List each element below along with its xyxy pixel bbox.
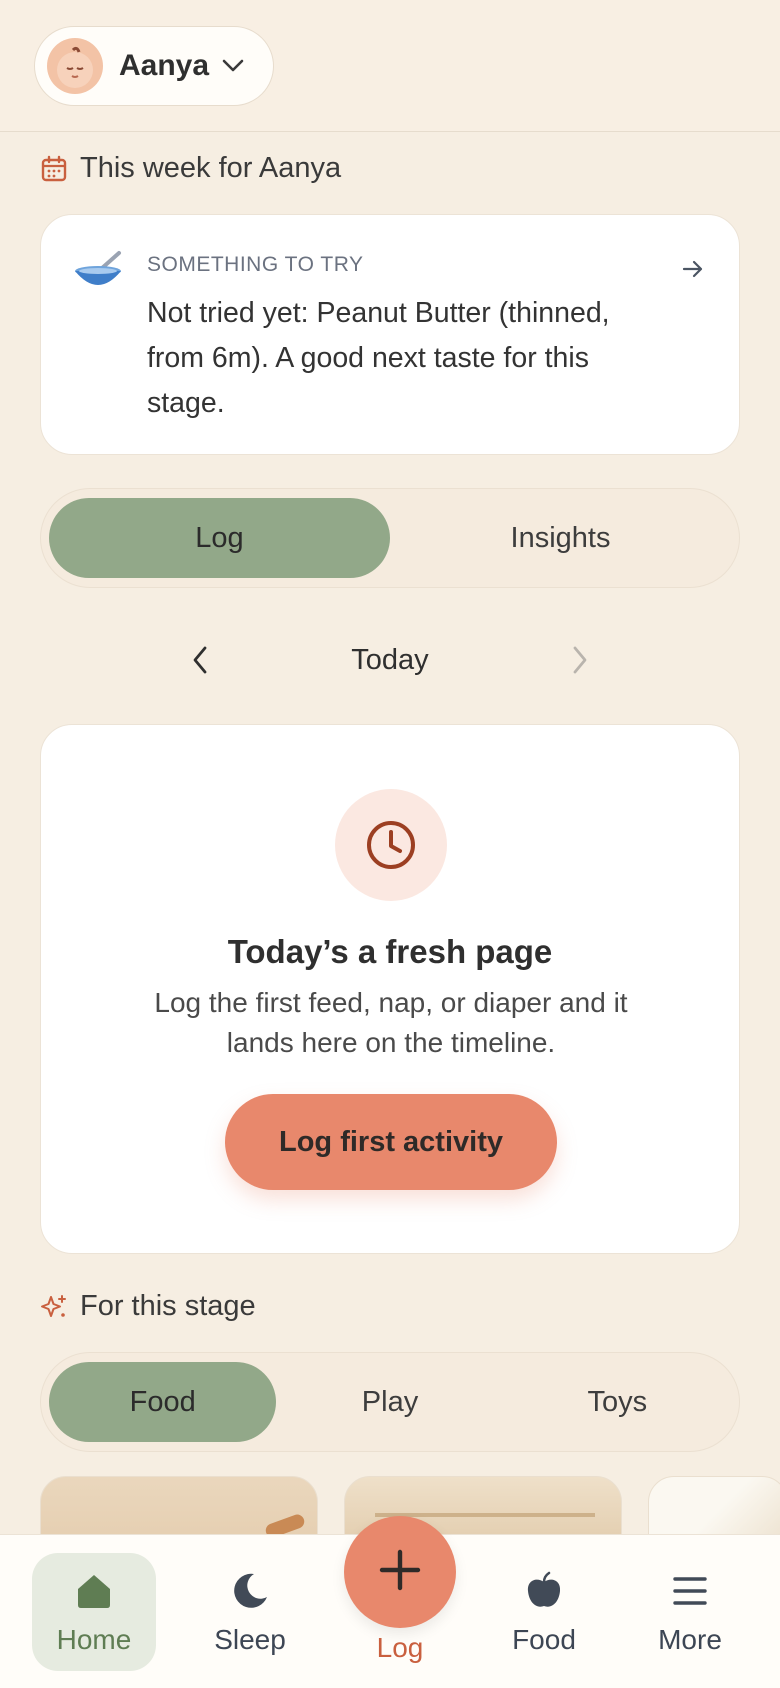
nav-home[interactable]: Home [32, 1553, 156, 1671]
week-header: This week for Aanya [40, 152, 341, 185]
apple-icon [524, 1571, 564, 1616]
home-icon [74, 1571, 114, 1616]
stage-header: For this stage [40, 1290, 256, 1323]
log-first-activity-button[interactable]: Log first activity [225, 1094, 557, 1190]
week-title: This week for Aanya [80, 152, 342, 184]
plus-icon [378, 1548, 422, 1597]
day-navigator: Today [180, 630, 600, 690]
suggestion-text: Not tried yet: Peanut Butter (thinned, f… [147, 297, 610, 419]
tab-food[interactable]: Food [49, 1362, 277, 1442]
bowl-icon [73, 249, 123, 298]
tab-play[interactable]: Play [276, 1362, 503, 1442]
log-fab-button[interactable] [344, 1516, 456, 1628]
stage-card-image[interactable] [40, 1476, 318, 1536]
day-label: Today [351, 643, 429, 676]
view-toggle: Log Insights [40, 488, 740, 588]
chevron-right-icon[interactable] [568, 642, 592, 683]
tab-insights[interactable]: Insights [390, 498, 731, 578]
calendar-icon [40, 155, 68, 183]
chevron-down-icon [221, 57, 245, 80]
nav-more[interactable]: More [628, 1553, 752, 1671]
nav-sleep-label: Sleep [214, 1624, 286, 1655]
suggestion-card[interactable]: SOMETHING TO TRY Not tried yet: Peanut B… [40, 214, 740, 455]
stage-title: For this stage [80, 1290, 256, 1322]
stage-category-toggle: Food Play Toys [40, 1352, 740, 1452]
nav-sleep[interactable]: Sleep [188, 1553, 312, 1671]
empty-timeline-card: Today’s a fresh page Log the first feed,… [40, 724, 740, 1254]
moon-icon [230, 1571, 270, 1616]
nav-food-label: Food [512, 1624, 576, 1655]
baby-avatar [47, 38, 103, 94]
chevron-left-icon[interactable] [188, 642, 212, 683]
tab-log[interactable]: Log [49, 498, 390, 578]
profile-name: Aanya [119, 49, 210, 82]
top-bar: Aanya [0, 0, 780, 132]
profile-switcher[interactable]: Aanya [34, 26, 274, 106]
nav-food[interactable]: Food [482, 1553, 606, 1671]
menu-icon [670, 1571, 710, 1616]
suggestion-eyebrow: SOMETHING TO TRY [147, 253, 364, 276]
log-fab-label: Log [376, 1632, 424, 1663]
nav-home-label: Home [56, 1624, 132, 1655]
empty-state-description: Log the first feed, nap, or diaper and i… [154, 987, 628, 1058]
empty-state-title: Today’s a fresh page [227, 933, 553, 970]
sparkles-icon [40, 1293, 68, 1321]
stage-card-image[interactable] [648, 1476, 780, 1536]
tab-toys[interactable]: Toys [504, 1362, 731, 1442]
clock-icon [335, 789, 447, 901]
nav-more-label: More [658, 1624, 722, 1655]
arrow-right-icon[interactable] [681, 257, 705, 286]
